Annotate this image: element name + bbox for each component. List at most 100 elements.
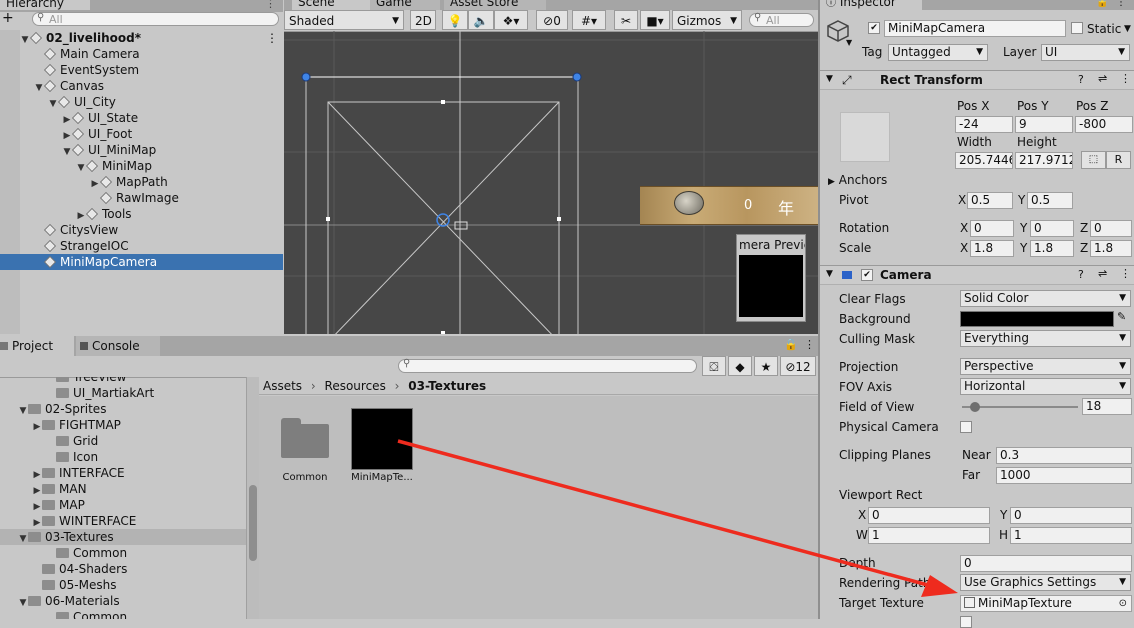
tab-hierarchy[interactable]: Hierarchy (0, 0, 90, 10)
fov-field[interactable]: 18 (1082, 398, 1132, 415)
rendering-path-dropdown[interactable]: Use Graphics Settings ▼ (960, 574, 1131, 591)
preset-icon[interactable]: ⇌ (1098, 72, 1107, 85)
corner-handle[interactable] (301, 72, 311, 82)
hierarchy-item[interactable]: Main Camera (0, 46, 283, 62)
target-texture-field[interactable]: MiniMapTexture ⊙ (960, 595, 1132, 612)
tab-console[interactable]: Console (76, 336, 160, 356)
hierarchy-item[interactable]: RawImage (0, 190, 283, 206)
hierarchy-item[interactable]: ▶ UI_State (0, 110, 283, 126)
tab-asset-store[interactable]: Asset Store (444, 0, 546, 10)
object-picker-icon[interactable]: ⊙ (1119, 596, 1127, 611)
static-dropdown-arrow[interactable]: ▼ (1124, 24, 1131, 34)
project-folder-item[interactable]: 05-Meshs (0, 577, 246, 593)
raw-edit-button[interactable]: R (1106, 151, 1131, 169)
hidden-packages-button[interactable]: ⊘12 (780, 356, 816, 376)
filter-by-label-button[interactable]: ◆ (728, 356, 752, 376)
camera-settings-button[interactable]: ■▾ (640, 10, 670, 30)
hierarchy-item[interactable]: ▼ Canvas (0, 78, 283, 94)
camera-enabled-checkbox[interactable]: ✔ (861, 269, 873, 281)
inspector-lock-icon[interactable]: 🔒 (1096, 0, 1108, 8)
scene-visibility-toggle[interactable]: ⊘0 (536, 10, 568, 30)
hierarchy-item[interactable]: ▼ 02_livelihood* (0, 30, 283, 46)
clear-flags-dropdown[interactable]: Solid Color ▼ (960, 290, 1131, 307)
project-folder-item[interactable]: ▶ WINTERFACE (0, 513, 246, 529)
physical-camera-checkbox[interactable] (960, 421, 972, 433)
viewport-w-field[interactable]: 1 (868, 527, 990, 544)
project-folder-item[interactable]: ▼ 03-Textures (0, 529, 246, 545)
depth-field[interactable]: 0 (960, 555, 1132, 572)
pos-z-field[interactable]: -800 (1075, 116, 1133, 133)
project-folder-item[interactable]: ▼ 02-Sprites (0, 401, 246, 417)
hierarchy-item[interactable]: CitysView (0, 222, 283, 238)
pos-y-field[interactable]: 9 (1015, 116, 1073, 133)
shading-mode-dropdown[interactable]: Shaded ▼ (284, 10, 404, 30)
hierarchy-item[interactable]: ▼ MiniMap (0, 158, 283, 174)
culling-mask-dropdown[interactable]: Everything ▼ (960, 330, 1131, 347)
asset-item-minimap-texture[interactable]: MiniMapTe... (349, 406, 415, 483)
scale-z-field[interactable]: 1.8 (1090, 240, 1132, 257)
height-field[interactable]: 217.9712 (1015, 152, 1073, 169)
breadcrumb-resources[interactable]: Resources (325, 379, 386, 393)
tab-project[interactable]: Project (0, 336, 74, 356)
corner-handle[interactable] (572, 72, 582, 82)
next-row-checkbox[interactable] (960, 616, 972, 628)
pivot-handle[interactable] (436, 213, 450, 227)
project-folder-item[interactable]: ▼ 06-Materials (0, 593, 246, 609)
tab-inspector[interactable]: ⓘ Inspector (820, 0, 922, 10)
hierarchy-item[interactable]: EventSystem (0, 62, 283, 78)
project-folder-item[interactable]: Common (0, 609, 246, 619)
scale-y-field[interactable]: 1.8 (1030, 240, 1074, 257)
camera-header[interactable]: ▼ ✔ Camera ? ⇌ ⋮ (820, 265, 1134, 285)
background-color-swatch[interactable] (960, 311, 1114, 327)
project-folder-item[interactable]: ▶ FIGHTMAP (0, 417, 246, 433)
component-menu-icon[interactable]: ⋮ (1120, 267, 1131, 280)
object-name-field[interactable]: MiniMapCamera (884, 20, 1066, 37)
lighting-toggle[interactable]: 💡 (442, 10, 468, 30)
hierarchy-item[interactable]: ▶ Tools (0, 206, 283, 222)
asset-item-common[interactable]: Common (275, 406, 335, 483)
viewport-h-field[interactable]: 1 (1010, 527, 1132, 544)
layer-dropdown[interactable]: UI ▼ (1041, 44, 1130, 61)
audio-toggle[interactable]: 🔈 (468, 10, 494, 30)
project-folder-item[interactable]: 04-Shaders (0, 561, 246, 577)
pivot-x-field[interactable]: 0.5 (967, 192, 1013, 209)
project-folder-item[interactable]: ▶ MAN (0, 481, 246, 497)
tree-scrollbar[interactable] (246, 377, 259, 619)
rot-x-field[interactable]: 0 (970, 220, 1014, 237)
tree-scrollbar-thumb[interactable] (249, 485, 257, 561)
hierarchy-item[interactable]: ▶ MapPath (0, 174, 283, 190)
tag-dropdown[interactable]: Untagged ▼ (888, 44, 988, 61)
fov-axis-dropdown[interactable]: Horizontal ▼ (960, 378, 1131, 395)
project-folder-item[interactable]: ▶ INTERFACE (0, 465, 246, 481)
far-field[interactable]: 1000 (996, 467, 1132, 484)
project-folder-item[interactable]: Icon (0, 449, 246, 465)
fov-slider-thumb[interactable] (970, 402, 980, 412)
add-object-button[interactable]: + (2, 11, 20, 25)
grid-toggle[interactable]: #▾ (572, 10, 606, 30)
viewport-x-field[interactable]: 0 (868, 507, 990, 524)
lock-icon[interactable]: 🔒 (784, 338, 798, 351)
hierarchy-item[interactable]: StrangeIOC (0, 238, 283, 254)
pivot-y-field[interactable]: 0.5 (1027, 192, 1073, 209)
inspector-menu-icon[interactable]: ⋮ (1116, 0, 1126, 8)
component-menu-icon[interactable]: ⋮ (1120, 72, 1131, 85)
tab-scene[interactable]: Scene (292, 0, 376, 10)
breadcrumb-assets[interactable]: Assets (263, 379, 302, 393)
favorites-button[interactable]: ★ (754, 356, 778, 376)
effects-toggle[interactable]: ❖▾ (494, 10, 528, 30)
hierarchy-search-input[interactable]: All (32, 12, 279, 26)
static-checkbox[interactable] (1071, 22, 1083, 34)
anchor-preset-box[interactable] (840, 112, 890, 162)
preset-icon[interactable]: ⇌ (1098, 267, 1107, 280)
project-folder-item[interactable]: Common (0, 545, 246, 561)
gizmos-dropdown[interactable]: Gizmos ▼ (672, 10, 742, 30)
rot-y-field[interactable]: 0 (1030, 220, 1074, 237)
frustum-handles[interactable] (326, 100, 561, 334)
active-checkbox[interactable]: ✔ (868, 22, 880, 34)
project-folder-item[interactable]: ▶ MAP (0, 497, 246, 513)
project-folder-item[interactable]: UI_MartiakArt (0, 385, 246, 401)
viewport-y-field[interactable]: 0 (1010, 507, 1132, 524)
rect-transform-header[interactable]: ▼ ⤢ Rect Transform ? ⇌ ⋮ (820, 70, 1134, 90)
help-icon[interactable]: ? (1078, 268, 1084, 281)
pos-x-field[interactable]: -24 (955, 116, 1013, 133)
